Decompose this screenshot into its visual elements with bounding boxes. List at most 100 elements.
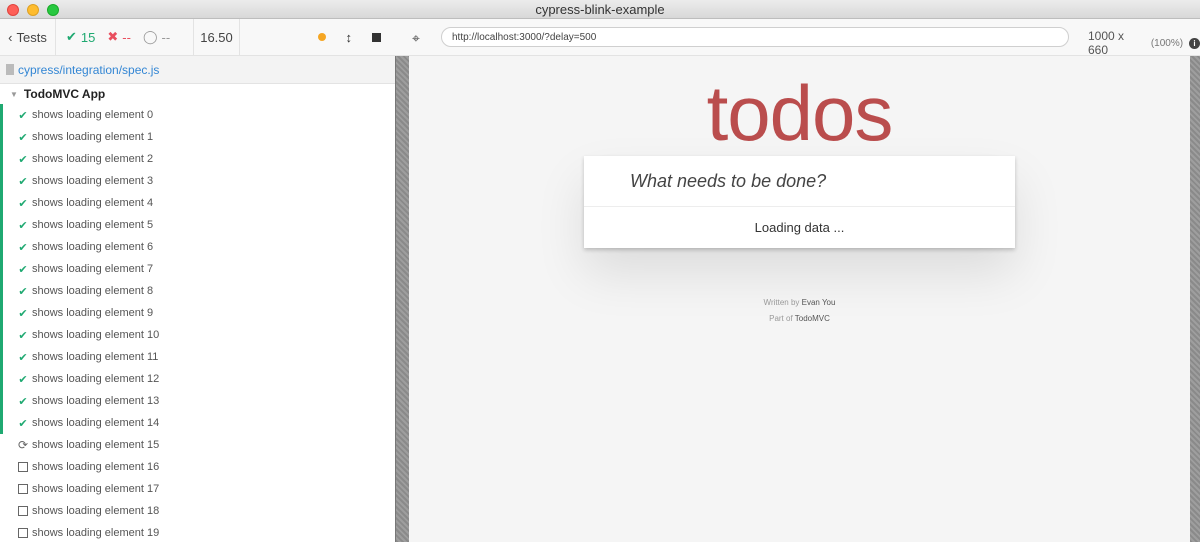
spec-path[interactable]: cypress/integration/spec.js [18, 63, 159, 77]
test-row[interactable]: ✔ shows loading element 10 [0, 324, 395, 346]
test-row[interactable]: ✔ shows loading element 4 [0, 192, 395, 214]
tests-button[interactable]: ‹ Tests [0, 19, 56, 55]
test-title: shows loading element 19 [32, 527, 160, 539]
test-title: shows loading element 12 [32, 373, 160, 385]
x-icon: ✖ [107, 29, 119, 44]
viewport-size: 1000 x 660 [1088, 29, 1125, 57]
refresh-icon: ⟳ [17, 438, 29, 452]
test-row[interactable]: ✔ shows loading element 12 [0, 368, 395, 390]
test-row[interactable]: shows loading element 19 [0, 522, 395, 542]
aut-scrollbar[interactable] [1190, 56, 1200, 542]
test-row[interactable]: ✔ shows loading element 7 [0, 258, 395, 280]
test-stats: ✔ 15 ✖ -- ◯ -- [56, 19, 194, 55]
duration: 16.50 [194, 19, 240, 55]
aut-header: ⌖ http://localhost:3000/?delay=500 1000 … [395, 19, 1200, 57]
test-title: shows loading element 14 [32, 417, 160, 429]
stop-button[interactable] [372, 32, 381, 42]
pending-count: -- [161, 29, 171, 45]
checkmark-icon: ✔ [18, 417, 28, 430]
checkmark-icon: ✔ [18, 219, 28, 232]
test-row[interactable]: shows loading element 17 [0, 478, 395, 500]
checkmark-icon: ✔ [18, 263, 28, 276]
window-title: cypress-blink-example [535, 2, 665, 17]
test-title: shows loading element 18 [32, 505, 160, 517]
checkmark-icon: ✔ [18, 373, 28, 386]
autoscroll-toggle-icon[interactable]: ↕ [346, 30, 353, 45]
todomvc-link[interactable]: TodoMVC [795, 314, 830, 323]
panel-resize-handle[interactable] [395, 19, 409, 542]
checkmark-icon: ✔ [18, 329, 28, 342]
test-row[interactable]: ✔ shows loading element 11 [0, 346, 395, 368]
reporter-controls: ↕ [240, 19, 395, 55]
checkmark-icon: ✔ [18, 153, 28, 166]
test-title: shows loading element 13 [32, 395, 160, 407]
test-title: shows loading element 3 [32, 175, 154, 187]
file-icon [6, 64, 14, 75]
checkmark-icon: ✔ [18, 307, 28, 320]
suite-title: TodoMVC App [23, 87, 106, 101]
window-titlebar: cypress-blink-example [0, 0, 1200, 19]
checkmark-icon: ✔ [66, 29, 77, 44]
test-title: shows loading element 0 [32, 109, 154, 121]
test-list: ✔ shows loading element 0 ✔ shows loadin… [0, 104, 395, 542]
loading-message: Loading data ... [754, 220, 845, 235]
pending-stat: ◯ -- [143, 29, 170, 45]
test-title: shows loading element 15 [32, 439, 160, 451]
failed-stat: ✖ -- [107, 29, 131, 45]
test-row[interactable]: ✔ shows loading element 1 [0, 126, 395, 148]
new-todo-input[interactable] [584, 156, 1015, 207]
test-title: shows loading element 8 [32, 285, 154, 297]
test-row[interactable]: shows loading element 18 [0, 500, 395, 522]
test-row[interactable]: ✔ shows loading element 13 [0, 390, 395, 412]
test-row[interactable]: ⟳ shows loading element 15 [0, 434, 395, 456]
footer-part-prefix: Part of [769, 314, 793, 323]
checkmark-icon: ✔ [18, 395, 28, 408]
test-row[interactable]: ✔ shows loading element 9 [0, 302, 395, 324]
test-row[interactable]: shows loading element 16 [0, 456, 395, 478]
test-row[interactable]: ✔ shows loading element 8 [0, 280, 395, 302]
test-row[interactable]: ✔ shows loading element 0 [0, 104, 395, 126]
test-title: shows loading element 9 [32, 307, 154, 319]
running-indicator-icon [317, 33, 326, 41]
app-title: todos [706, 69, 894, 157]
reporter-header: ‹ Tests ✔ 15 ✖ -- ◯ -- 16.50 ↕ [0, 19, 395, 56]
selector-playground-icon[interactable]: ⌖ [412, 30, 420, 47]
test-title: shows loading element 17 [32, 483, 160, 495]
test-title: shows loading element 16 [32, 461, 160, 473]
test-title: shows loading element 2 [32, 153, 154, 165]
square-icon [18, 506, 28, 516]
checkmark-icon: ✔ [18, 131, 28, 144]
circle-icon: ◯ [142, 29, 158, 44]
suite-header[interactable]: ▼ TodoMVC App [0, 84, 395, 104]
caret-down-icon: ▼ [10, 89, 18, 99]
checkmark-icon: ✔ [18, 197, 28, 210]
aut-iframe: todos Loading data ... Written by Evan Y… [409, 56, 1190, 542]
author-link[interactable]: Evan You [802, 298, 836, 307]
checkmark-icon: ✔ [18, 175, 28, 188]
todo-app: Loading data ... [584, 156, 1015, 248]
chevron-left-icon: ‹ [8, 29, 13, 45]
footer-written-prefix: Written by [763, 298, 800, 307]
viewport-info: 1000 x 660 (100%) i [1088, 29, 1200, 57]
test-row[interactable]: ✔ shows loading element 5 [0, 214, 395, 236]
test-row[interactable]: ✔ shows loading element 14 [0, 412, 395, 434]
footer-part-of: Part of TodoMVC [409, 314, 1190, 323]
square-icon [18, 484, 28, 494]
url-bar[interactable]: http://localhost:3000/?delay=500 [441, 27, 1069, 47]
failed-count: -- [122, 29, 131, 45]
test-title: shows loading element 7 [32, 263, 154, 275]
info-icon[interactable]: i [1189, 37, 1200, 49]
footer-written-by: Written by Evan You [409, 298, 1190, 307]
test-row[interactable]: ✔ shows loading element 6 [0, 236, 395, 258]
tests-button-label: Tests [16, 29, 47, 45]
test-title: shows loading element 10 [32, 329, 160, 341]
test-row[interactable]: ✔ shows loading element 3 [0, 170, 395, 192]
test-row[interactable]: ✔ shows loading element 2 [0, 148, 395, 170]
checkmark-icon: ✔ [18, 351, 28, 364]
test-title: shows loading element 5 [32, 219, 154, 231]
checkmark-icon: ✔ [18, 241, 28, 254]
square-icon [18, 528, 28, 538]
viewport-scale: (100%) [1150, 37, 1184, 49]
test-title: shows loading element 6 [32, 241, 154, 253]
test-title: shows loading element 1 [32, 131, 154, 143]
